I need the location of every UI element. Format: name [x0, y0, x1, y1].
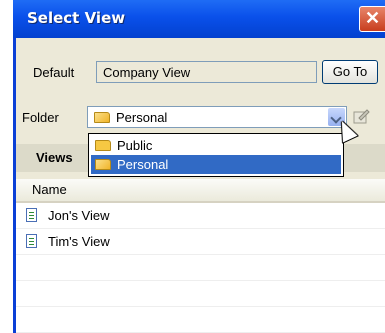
- default-view-value: Company View: [103, 65, 191, 80]
- views-list: Jon's View Tim's View: [16, 203, 385, 333]
- list-item-label: Tim's View: [48, 234, 110, 249]
- title-bar[interactable]: Select View: [13, 0, 385, 38]
- list-item[interactable]: Jon's View: [16, 203, 385, 229]
- empty-row: [16, 307, 385, 333]
- window-title: Select View: [27, 9, 126, 27]
- folder-selected-value: Personal: [116, 110, 168, 125]
- edit-icon[interactable]: [352, 107, 370, 125]
- list-item[interactable]: Tim's View: [16, 229, 385, 255]
- views-heading: Views: [36, 150, 73, 165]
- folder-select[interactable]: Personal: [87, 106, 347, 128]
- document-icon: [26, 208, 37, 222]
- empty-row: [16, 255, 385, 281]
- folder-icon: [95, 140, 111, 151]
- folder-icon: [94, 112, 110, 123]
- option-label: Public: [117, 138, 153, 153]
- folder-option-public[interactable]: Public: [91, 136, 341, 155]
- default-label: Default: [33, 65, 75, 80]
- close-icon: ✕: [365, 8, 381, 28]
- list-item-label: Jon's View: [48, 208, 110, 223]
- folder-dropdown[interactable]: Public Personal: [88, 133, 344, 177]
- folder-label: Folder: [22, 110, 59, 125]
- default-view-field: Company View: [96, 61, 317, 83]
- empty-row: [16, 281, 385, 307]
- folder-option-personal[interactable]: Personal: [91, 155, 341, 174]
- option-label: Personal: [117, 157, 169, 172]
- go-to-button[interactable]: Go To: [322, 60, 378, 84]
- close-button[interactable]: ✕: [359, 6, 385, 32]
- name-column-label: Name: [32, 182, 67, 197]
- folder-icon: [95, 159, 111, 170]
- document-icon: [26, 234, 37, 248]
- name-column-header[interactable]: Name: [16, 179, 385, 203]
